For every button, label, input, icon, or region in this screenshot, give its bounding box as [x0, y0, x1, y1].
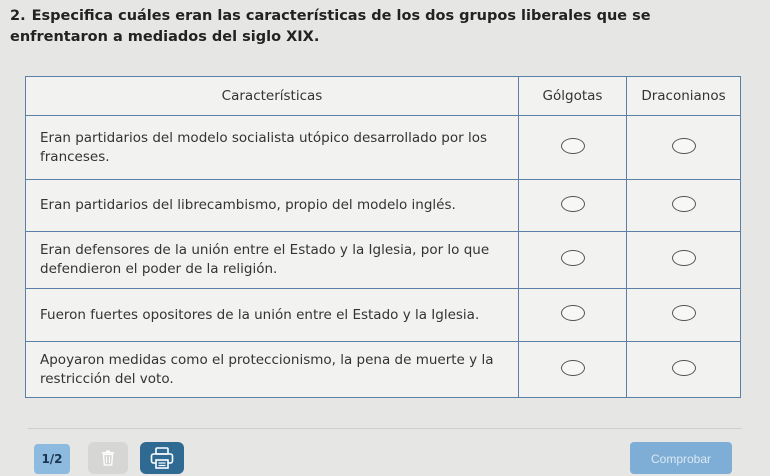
table-row: Eran partidarios del modelo socialista u… — [25, 115, 741, 180]
option-cell — [518, 115, 627, 180]
header-caracteristicas: Características — [25, 76, 519, 116]
trash-button[interactable] — [88, 442, 128, 474]
radio-draconianos[interactable] — [671, 305, 696, 321]
radio-draconianos[interactable] — [671, 137, 696, 154]
radio-draconianos[interactable] — [671, 195, 696, 212]
question-number: 2. — [10, 8, 26, 24]
page-indicator[interactable]: 1/2 — [34, 444, 70, 474]
row-text: Apoyaron medidas como el proteccionismo,… — [25, 341, 519, 398]
print-button[interactable] — [140, 442, 184, 474]
option-cell — [518, 341, 627, 398]
radio-golgotas[interactable] — [560, 137, 585, 154]
radio-golgotas[interactable] — [560, 195, 585, 212]
header-golgotas: Gólgotas — [518, 76, 627, 116]
question-text: Especifica cuáles eran las característic… — [10, 8, 651, 45]
row-text: Eran partidarios del librecambismo, prop… — [25, 179, 519, 232]
toolbar-divider — [28, 428, 742, 429]
table-row: Apoyaron medidas como el proteccionismo,… — [25, 341, 741, 398]
row-text: Eran partidarios del modelo socialista u… — [25, 115, 519, 180]
option-cell — [626, 288, 741, 342]
radio-golgotas[interactable] — [560, 305, 585, 321]
table-row: Eran defensores de la unión entre el Est… — [25, 231, 741, 289]
table-header-row: Características Gólgotas Draconianos — [25, 76, 741, 116]
table-row: Eran partidarios del librecambismo, prop… — [25, 179, 741, 232]
bottom-toolbar: 1/2 Comprobar — [0, 428, 770, 476]
table-row: Fueron fuertes opositores de la unión en… — [25, 288, 741, 342]
option-cell — [518, 231, 627, 289]
radio-golgotas[interactable] — [560, 359, 585, 376]
option-cell — [626, 179, 741, 232]
radio-golgotas[interactable] — [560, 250, 585, 266]
option-cell — [626, 115, 741, 180]
print-icon — [150, 447, 174, 469]
radio-draconianos[interactable] — [671, 359, 696, 376]
header-draconianos: Draconianos — [626, 76, 741, 116]
radio-draconianos[interactable] — [671, 250, 696, 266]
check-button[interactable]: Comprobar — [630, 442, 732, 474]
row-text: Fueron fuertes opositores de la unión en… — [25, 288, 519, 342]
question-heading: 2. Especifica cuáles eran las característ… — [10, 6, 750, 48]
row-text: Eran defensores de la unión entre el Est… — [25, 231, 519, 289]
option-cell — [626, 231, 741, 289]
option-cell — [626, 341, 741, 398]
option-cell — [518, 179, 627, 232]
trash-icon — [102, 450, 114, 466]
quiz-table: Características Gólgotas Draconianos Era… — [25, 76, 741, 398]
option-cell — [518, 288, 627, 342]
